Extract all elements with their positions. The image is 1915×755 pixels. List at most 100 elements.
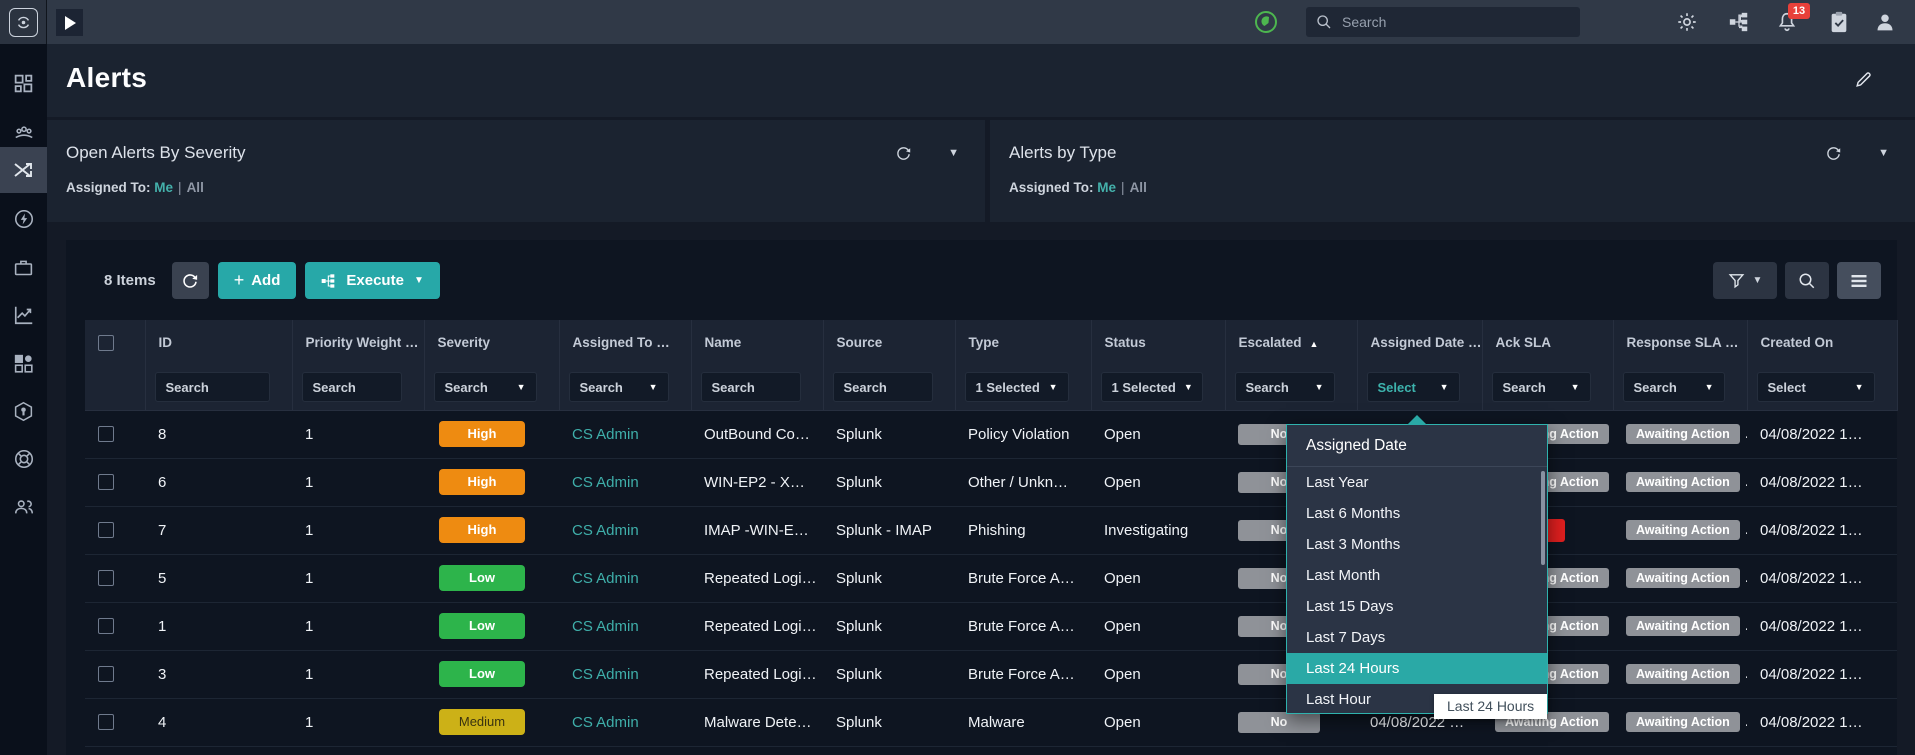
dropdown-item-last-6-months[interactable]: Last 6 Months [1287,498,1547,529]
execute-button[interactable]: Execute ▼ [305,262,440,299]
sidebar-item-threat-intel[interactable] [0,389,47,433]
table-row[interactable]: 1 1 Low CS Admin Repeated Logi… Splunk Brute F… [85,602,1897,651]
sidebar-item-dashboard[interactable] [0,61,47,105]
assigned-filter-me[interactable]: Me [1097,180,1116,195]
dropdown-item-last-7-days[interactable]: Last 7 Days [1287,622,1547,653]
dropdown-item-last-3-months[interactable]: Last 3 Months [1287,529,1547,560]
filter-severity-dropdown[interactable]: Search ▼ [433,372,537,403]
filter-escalated-dropdown[interactable]: Search ▼ [1234,372,1335,403]
severity-badge: Low [439,613,525,639]
table-row[interactable]: 8 1 High CS Admin OutBound Co… Splunk Policy V… [85,410,1897,459]
assigned-to-link[interactable]: CS Admin [572,474,639,491]
chevron-down-icon[interactable]: ▼ [1878,147,1889,159]
col-label: ID [158,335,173,350]
sidebar-item-alerts[interactable] [0,147,47,193]
col-header-response_sla[interactable]: Response SLA … [1613,320,1748,365]
row-checkbox[interactable] [98,426,114,442]
workflow-sitemap-icon[interactable] [1726,9,1752,35]
col-header-type[interactable]: Type [955,320,1092,365]
table-menu-button[interactable] [1837,262,1881,299]
table-row[interactable]: 7 1 High CS Admin IMAP -WIN-E… Splunk - IMAP P… [85,506,1897,555]
table-row[interactable]: 4 1 Medium CS Admin Malware Dete… Splunk Malwa… [85,698,1897,747]
filter-created_on-dropdown[interactable]: Select ▼ [1756,372,1875,403]
filter-priority_weight-input[interactable]: Search [301,372,402,403]
tasks-clipboard-icon[interactable] [1826,9,1852,35]
sidebar-item-analytics[interactable] [0,293,47,337]
dropdown-item-last-15-days[interactable]: Last 15 Days [1287,591,1547,622]
filter-cell-ack_sla: Search ▼ [1482,365,1614,411]
col-header-assigned_date[interactable]: Assigned Date … [1357,320,1483,365]
col-header-name[interactable]: Name [691,320,824,365]
expand-menu-button[interactable] [56,9,83,36]
refresh-icon[interactable] [1825,145,1842,162]
sidebar-item-apps[interactable] [0,341,47,385]
col-header-severity[interactable]: Severity [424,320,560,365]
col-header-status[interactable]: Status [1091,320,1226,365]
filter-name-input[interactable]: Search [700,372,801,403]
col-header-checkbox[interactable] [85,320,146,365]
sidebar-item-actions[interactable] [0,197,47,241]
filter-status-dropdown[interactable]: 1 Selected ▼ [1100,372,1203,403]
filter-source-input[interactable]: Search [832,372,933,403]
col-header-source[interactable]: Source [823,320,956,365]
table-search-button[interactable] [1785,262,1829,299]
col-header-ack_sla[interactable]: Ack SLA [1482,320,1614,365]
filter-response_sla-dropdown[interactable]: Search ▼ [1622,372,1725,403]
sidebar-item-help-center[interactable] [0,437,47,481]
filter-assigned_to-dropdown[interactable]: Search ▼ [568,372,669,403]
user-profile-icon[interactable] [1872,9,1898,35]
assigned-to-link[interactable]: CS Admin [572,666,639,683]
assigned-to-link[interactable]: CS Admin [572,570,639,587]
sla-truncation: . [1745,617,1747,634]
sidebar-item-user-groups[interactable] [0,485,47,529]
col-header-escalated[interactable]: Escalated ▲ [1225,320,1358,365]
filter-type-dropdown[interactable]: 1 Selected ▼ [964,372,1069,403]
filter-id-input[interactable]: Search [154,372,270,403]
global-search-input[interactable]: Search [1306,7,1580,37]
row-checkbox[interactable] [98,714,114,730]
assigned-to-link[interactable]: CS Admin [572,426,639,443]
col-header-priority_weight[interactable]: Priority Weight … [292,320,425,365]
table-row[interactable]: 3 1 Low CS Admin Repeated Logi… Splunk Brute F… [85,650,1897,699]
cell-id: 5 [145,554,292,603]
sidebar-item-cases[interactable] [0,245,47,289]
assigned-to-link[interactable]: CS Admin [572,714,639,731]
refresh-icon[interactable] [895,145,912,162]
edit-pencil-icon[interactable] [1854,70,1873,89]
dropdown-item-last-year[interactable]: Last Year [1287,467,1547,498]
chevron-down-icon[interactable]: ▼ [948,147,959,159]
assigned-to-link[interactable]: CS Admin [572,522,639,539]
row-checkbox[interactable] [98,522,114,538]
assigned-filter-all[interactable]: All [1130,180,1147,195]
row-checkbox[interactable] [98,666,114,682]
app-logo[interactable] [0,0,47,44]
row-checkbox[interactable] [98,474,114,490]
col-header-assigned_to[interactable]: Assigned To … [559,320,692,365]
filter-button[interactable]: ▼ [1713,262,1777,299]
dropdown-item-last-24-hours[interactable]: Last 24 Hours [1287,653,1547,684]
assigned-to-link[interactable]: CS Admin [572,618,639,635]
assigned-filter-me[interactable]: Me [154,180,173,195]
table-row[interactable]: 6 1 High CS Admin WIN-EP2 - X… Splunk Other / … [85,458,1897,507]
filter-assigned_date-dropdown[interactable]: Select ▼ [1366,372,1460,403]
settings-gear-icon[interactable] [1674,9,1700,35]
filter-value: Search [1633,379,1677,395]
dropdown-item-last-month[interactable]: Last Month [1287,560,1547,591]
row-checkbox[interactable] [98,570,114,586]
col-header-created_on[interactable]: Created On [1747,320,1898,365]
add-button[interactable]: + Add [217,262,297,299]
filter-ack_sla-dropdown[interactable]: Search ▼ [1491,372,1591,403]
cell-status: Investigating [1091,506,1225,555]
row-checkbox[interactable] [98,618,114,634]
col-header-id[interactable]: ID [145,320,293,365]
table-row[interactable]: 5 1 Low CS Admin Repeated Logi… Splunk Brute F… [85,554,1897,603]
connection-status-icon[interactable] [1254,10,1278,34]
assigned-filter-all[interactable]: All [187,180,204,195]
refresh-button[interactable] [171,262,209,299]
select-all-checkbox[interactable] [98,334,114,351]
col-label: Status [1104,335,1146,350]
notifications-bell-icon[interactable]: 13 [1774,3,1810,35]
filter-cell-priority_weight: Search [292,365,425,411]
cell-response_sla: Awaiting Action. [1613,650,1747,699]
dropdown-scrollbar[interactable] [1541,471,1545,565]
